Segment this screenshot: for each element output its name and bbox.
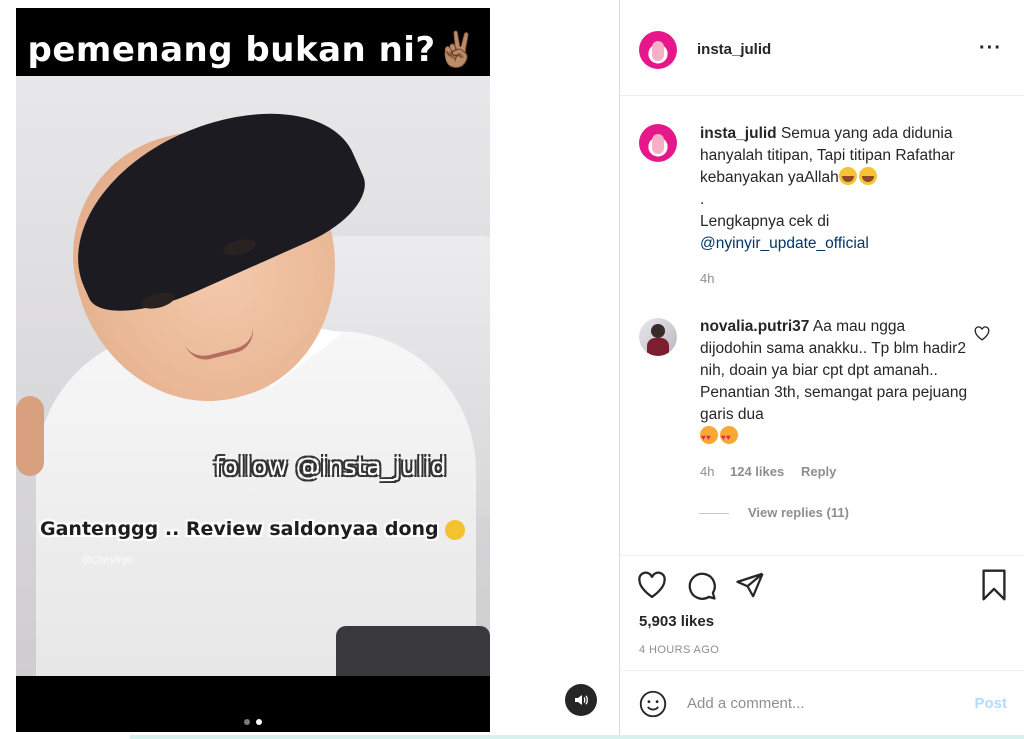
- heart-eyes-emoji-icon: [700, 426, 718, 449]
- video-title-text: pemenang bukan ni?✌🏽: [27, 30, 479, 70]
- pants: [336, 626, 490, 676]
- video-frame: @CheVirgo follow @insta_julid Gantenggg …: [16, 76, 490, 676]
- caption-dot: .: [700, 191, 705, 208]
- carousel-indicator: [244, 712, 268, 730]
- caption-username[interactable]: insta_julid: [700, 125, 777, 142]
- comments-section: insta_julid Semua yang ada didunia hanya…: [620, 96, 1024, 554]
- hand: [16, 396, 44, 476]
- comment-box: Add a comment... Post: [620, 670, 1024, 737]
- post-actions: 5,903 likes 4 HOURS AGO: [620, 555, 1024, 671]
- carousel-dot[interactable]: [244, 719, 250, 725]
- post-button[interactable]: Post: [974, 695, 1007, 712]
- comment-time: 4h: [700, 464, 715, 479]
- heart-icon[interactable]: [637, 571, 667, 604]
- wink-emoji-icon: [444, 519, 465, 540]
- post-header: insta_julid ···: [620, 0, 1024, 96]
- comment-like-icon[interactable]: [974, 326, 990, 346]
- caption-avatar[interactable]: [639, 124, 677, 162]
- comment-icon[interactable]: [687, 571, 717, 606]
- bookmark-icon[interactable]: [981, 569, 1007, 606]
- caption-body: insta_julid Semua yang ada didunia hanya…: [700, 123, 1000, 255]
- more-horizontal-icon[interactable]: ···: [979, 38, 1002, 58]
- crying-emoji-icon: [858, 167, 877, 185]
- comment-input[interactable]: Add a comment...: [687, 695, 805, 712]
- comment-avatar[interactable]: [639, 318, 677, 356]
- avatar[interactable]: [639, 31, 677, 69]
- view-replies-button[interactable]: View replies (11): [748, 505, 849, 520]
- caption-text-2: Lengkapnya cek di: [700, 213, 830, 230]
- reply-button[interactable]: Reply: [801, 464, 836, 479]
- post-timestamp: 4 HOURS AGO: [639, 644, 720, 656]
- speaker-glyph: [575, 695, 588, 705]
- watermark-text: @CheVirgo: [81, 555, 133, 566]
- speaker-icon[interactable]: [565, 684, 597, 716]
- heart-eyes-emoji-icon: [720, 426, 738, 449]
- crying-emoji-icon: [838, 167, 857, 185]
- bottom-strip: [130, 735, 1024, 739]
- review-overlay-text: Gantenggg .. Review saldonyaa dong: [40, 518, 439, 540]
- video-player[interactable]: pemenang bukan ni?✌🏽 @CheVirgo follow @i…: [16, 8, 490, 732]
- like-count[interactable]: 5,903 likes: [639, 613, 714, 630]
- review-overlay: Gantenggg .. Review saldonyaa dong: [40, 518, 465, 540]
- comment-likes[interactable]: 124 likes: [730, 464, 784, 479]
- mention-link[interactable]: @nyinyir_update_official: [700, 235, 869, 252]
- hair: [43, 76, 379, 333]
- carousel-dot-active[interactable]: [256, 719, 262, 725]
- replies-divider: [699, 513, 729, 514]
- share-icon[interactable]: [735, 571, 765, 604]
- post-media-panel: pemenang bukan ni?✌🏽 @CheVirgo follow @i…: [0, 0, 620, 735]
- comment-username[interactable]: novalia.putri37: [700, 318, 809, 335]
- header-username[interactable]: insta_julid: [697, 41, 771, 58]
- caption-time: 4h: [700, 271, 715, 286]
- emoji-icon[interactable]: [639, 690, 667, 723]
- comment-body: novalia.putri37 Aa mau ngga dijodohin sa…: [700, 316, 970, 449]
- follow-overlay-text: follow @insta_julid: [214, 452, 447, 481]
- post-details-panel: insta_julid ··· insta_julid Semua yang a…: [620, 0, 1024, 739]
